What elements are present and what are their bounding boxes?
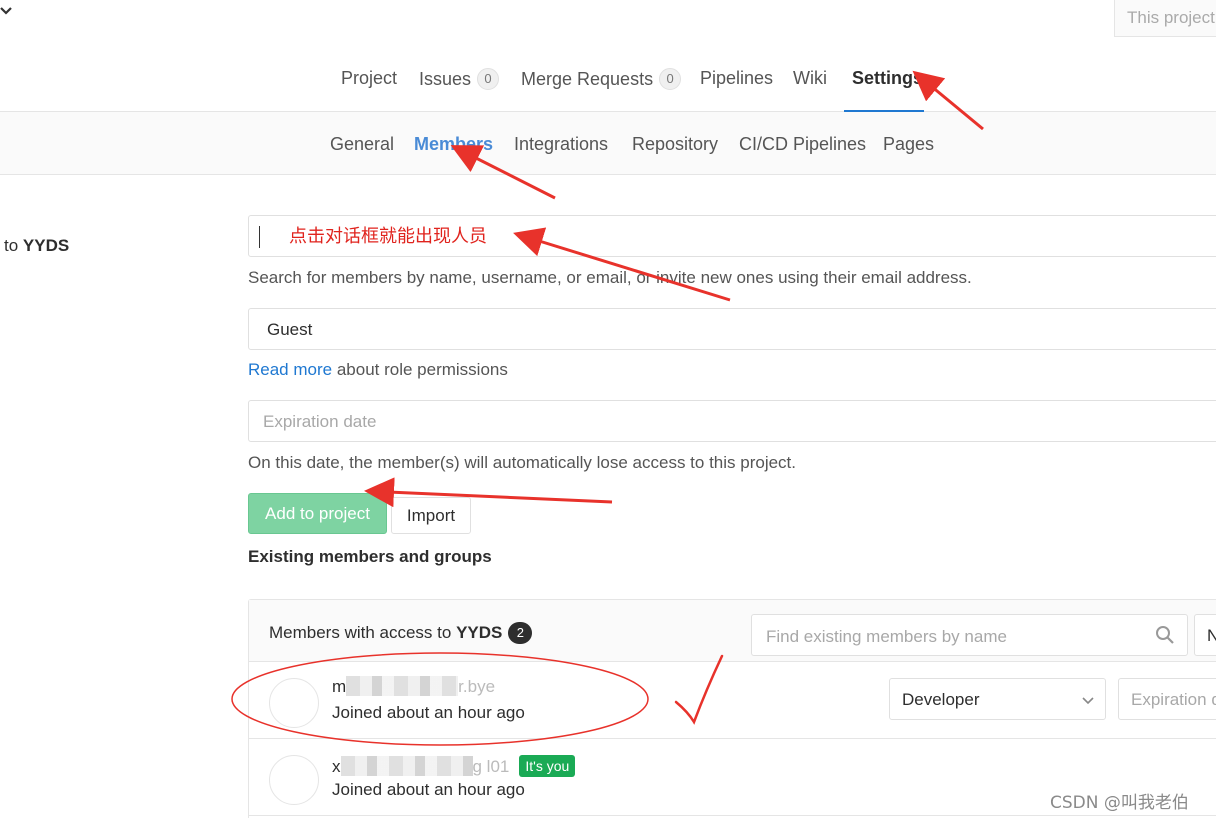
member-joined: Joined about an hour ago (332, 780, 525, 799)
expiration-help: On this date, the member(s) will automat… (248, 453, 796, 472)
subnav-pages[interactable]: Pages (883, 134, 934, 155)
member-search-input[interactable]: 点击对话框就能出现人员 (248, 215, 1216, 257)
avatar[interactable] (269, 755, 319, 805)
member-name-end: g l01 (472, 757, 510, 776)
nav-merge-requests[interactable]: Merge Requests 0 (521, 68, 682, 90)
role-help: Read more about role permissions (248, 360, 508, 380)
member-expiration-input[interactable]: Expiration date (1118, 678, 1216, 720)
project-name: YYDS (22, 236, 70, 255)
member-count-badge: 2 (508, 622, 533, 644)
search-icon[interactable] (1155, 625, 1175, 645)
find-members-placeholder: Find existing members by name (766, 627, 1007, 646)
find-members-input[interactable]: Find existing members by name (751, 614, 1188, 656)
nav-issues[interactable]: Issues 0 (419, 68, 500, 90)
nav-project[interactable]: Project (341, 68, 397, 89)
member-name-end: r.bye (458, 677, 496, 696)
members-project-name: YYDS (456, 623, 503, 642)
merge-requests-count-badge: 0 (659, 68, 682, 90)
project-search-input[interactable]: This project (1114, 0, 1216, 37)
member-role-value: Developer (902, 690, 980, 709)
nav-settings[interactable]: Settings (852, 68, 923, 89)
member-row: m r.bye Joined about an hour ago Develope… (249, 662, 1216, 739)
nav-merge-requests-label: Merge Requests (521, 69, 654, 89)
add-member-heading-prefix: to (4, 236, 19, 255)
role-select-value: Guest (267, 320, 313, 339)
member-name-start: m (332, 677, 347, 696)
subnav-members[interactable]: Members (414, 134, 493, 155)
members-panel-title: Members with access to YYDS 2 (269, 622, 533, 644)
existing-members-title: Existing members and groups (248, 547, 492, 566)
chevron-down-icon[interactable] (0, 4, 12, 20)
chevron-down-icon (1081, 692, 1095, 706)
members-panel-header: Members with access to YYDS 2 Find existi… (249, 600, 1216, 662)
role-select[interactable]: Guest (248, 308, 1216, 350)
member-name[interactable]: x g l01 It's you (332, 755, 576, 777)
members-panel: Members with access to YYDS 2 Find existi… (248, 599, 1216, 818)
nav-pipelines[interactable]: Pipelines (700, 68, 773, 89)
its-you-badge: It's you (519, 755, 576, 777)
read-more-link[interactable]: Read more (248, 360, 332, 379)
project-nav: Project Issues 0 Merge Requests 0 Pipeline… (0, 40, 1216, 112)
role-help-text: about role permissions (332, 360, 508, 379)
sort-dropdown[interactable]: N (1194, 614, 1216, 656)
redacted-blur (340, 756, 473, 776)
add-member-heading: to YYDS (4, 236, 69, 256)
expiration-date-placeholder: Expiration date (263, 412, 377, 431)
members-panel-title-prefix: Members with access to (269, 623, 452, 642)
issues-count-badge: 0 (477, 68, 500, 90)
import-button[interactable]: Import (391, 497, 471, 534)
member-name-start: x (332, 757, 341, 776)
subnav-repository[interactable]: Repository (632, 134, 718, 155)
redacted-blur (346, 676, 459, 696)
subnav-integrations[interactable]: Integrations (514, 134, 608, 155)
nav-wiki[interactable]: Wiki (793, 68, 827, 89)
member-joined: Joined about an hour ago (332, 703, 525, 722)
nav-issues-label: Issues (419, 69, 472, 89)
member-role-select[interactable]: Developer (889, 678, 1106, 720)
subnav-general[interactable]: General (330, 134, 394, 155)
member-search-help: Search for members by name, username, or… (248, 268, 972, 287)
settings-subnav: General Members Integrations Repository … (0, 112, 1216, 175)
avatar[interactable] (269, 678, 319, 728)
text-cursor (259, 226, 260, 248)
subnav-cicd-pipelines[interactable]: CI/CD Pipelines (739, 134, 866, 155)
member-name[interactable]: m r.bye (332, 676, 495, 697)
annotation-text: 点击对话框就能出现人员 (289, 226, 487, 247)
add-to-project-button[interactable]: Add to project (248, 493, 387, 534)
watermark: CSDN @叫我老伯 (1050, 793, 1189, 813)
expiration-date-input[interactable]: Expiration date (248, 400, 1216, 442)
